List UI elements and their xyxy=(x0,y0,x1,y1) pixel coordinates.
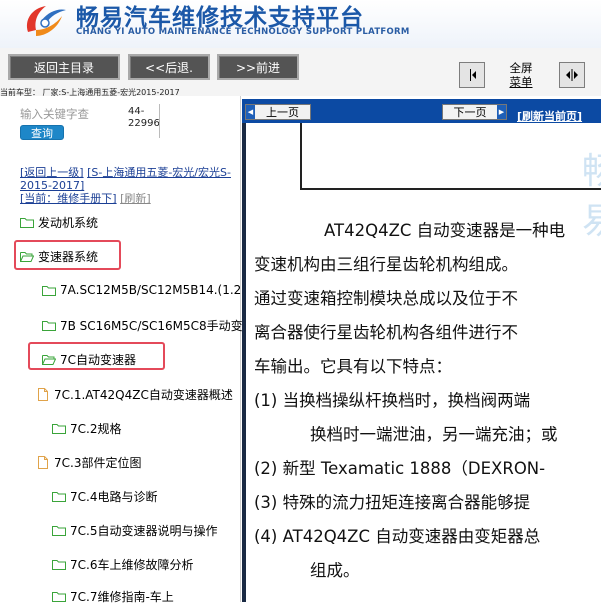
prev-page-button[interactable]: ◀ 上一页 xyxy=(245,104,311,120)
folder-icon xyxy=(52,492,66,502)
tree-item-7c[interactable]: 7C自动变速器 xyxy=(42,351,136,368)
collapse-panel-button[interactable] xyxy=(459,62,485,88)
tree-item-label: 7B SC16M5C/SC16M5C8手动变 xyxy=(60,319,243,333)
breadcrumb-current-link[interactable]: [当前：维修手册下] xyxy=(20,192,117,205)
document-text: AT42Q4ZC 自动变速器是一种电 变速机构由三组行星齿轮机构组成。 通过变速… xyxy=(254,214,601,588)
page-nav-bar: ◀ 上一页 下一页 ▶ [刷新当前页] xyxy=(242,99,601,123)
document-line: (4) AT42Q4ZC 自动变速器由变矩器总 xyxy=(254,527,541,546)
folder-icon xyxy=(52,526,66,536)
tree-item-7b[interactable]: 7B SC16M5C/SC16M5C8手动变 xyxy=(42,317,243,334)
page-icon xyxy=(38,388,48,401)
diagram-line xyxy=(300,188,601,190)
document-line: (3) 特殊的流力扭矩连接离合器能够提 xyxy=(254,493,531,512)
tree-item-7a[interactable]: 7A.SC12M5B/SC12M5B14.(1.2) xyxy=(42,283,246,297)
header-banner: 畅易汽车维修技术支持平台 CHANG YI AUTO MAINTENANCE T… xyxy=(0,0,601,48)
refresh-page-link[interactable]: [刷新当前页] xyxy=(517,108,582,124)
collapse-left-icon xyxy=(470,69,476,81)
arrow-left-icon: ◀ xyxy=(246,105,255,119)
tree-item-7c6[interactable]: 7C.6车上维修故障分析 xyxy=(52,556,193,573)
tree-item-7c1[interactable]: 7C.1.AT42Q4ZC自动变速器概述 xyxy=(38,386,233,403)
svg-text:畅: 畅 xyxy=(582,151,601,192)
expand-both-icon xyxy=(566,69,578,81)
tree-item-label: 7C.7维修指南-车上 xyxy=(70,590,174,604)
document-line: 组成。 xyxy=(310,561,360,580)
search-side-text: 44- 22996 xyxy=(128,106,160,130)
document-line: (1) 当换档操纵杆换档时，换档阀两端 xyxy=(254,391,531,410)
page-icon xyxy=(38,456,48,469)
search-input[interactable] xyxy=(20,106,104,122)
fullscreen-menu-link[interactable]: 全屏 菜单 xyxy=(501,61,541,89)
search-side-line1: 44- xyxy=(128,106,145,117)
tree-item-label: 变速器系统 xyxy=(38,250,99,264)
breadcrumb: [返回上一级] [S-上海通用五菱-宏光/宏光S-2015-2017] [当前：… xyxy=(20,166,232,205)
breadcrumb-back-link[interactable]: [返回上一级] xyxy=(20,166,84,179)
tree-item-label: 7C.2规格 xyxy=(70,422,122,436)
search-button[interactable]: 查询 xyxy=(20,125,64,140)
back-button[interactable]: <<后退. xyxy=(128,54,210,80)
tree-item-label: 发动机系统 xyxy=(38,216,99,230)
prev-page-label: 上一页 xyxy=(266,106,299,119)
tree-item-label: 7C.4电路与诊断 xyxy=(70,490,158,504)
tree-item-label: 7C.5自动变速器说明与操作 xyxy=(70,524,218,538)
search-divider xyxy=(159,104,160,138)
folder-icon xyxy=(42,321,56,331)
tree-item-7c2[interactable]: 7C.2规格 xyxy=(52,420,121,437)
tree-item-transmission[interactable]: 变速器系统 xyxy=(20,248,98,265)
folder-open-icon xyxy=(42,355,56,365)
document-line: 通过变速箱控制模块总成以及位于不 xyxy=(254,289,518,308)
tree-item-7c3[interactable]: 7C.3部件定位图 xyxy=(38,454,141,471)
next-page-button[interactable]: 下一页 ▶ xyxy=(442,104,507,120)
expand-panel-button[interactable] xyxy=(559,62,585,88)
tree-item-7c4[interactable]: 7C.4电路与诊断 xyxy=(52,488,157,505)
search-area: 查询 44- 22996 xyxy=(20,106,160,146)
document-line: (2) 新型 Texamatic 1888（DEXRON- xyxy=(254,459,546,478)
document-edge xyxy=(242,123,246,602)
logo-icon xyxy=(26,6,66,36)
folder-icon xyxy=(20,218,34,228)
tree-item-label: 7C.6车上维修故障分析 xyxy=(70,558,194,572)
next-page-label: 下一页 xyxy=(453,106,487,119)
document-line: 换档时一端泄油，另一端充油；或 xyxy=(310,425,558,444)
folder-icon xyxy=(52,592,66,602)
document-line: 车输出。它具有以下特点： xyxy=(254,357,452,376)
tree-item-engine[interactable]: 发动机系统 xyxy=(20,214,98,231)
breadcrumb-refresh-link[interactable]: [刷新] xyxy=(120,192,151,205)
tree-item-7c5[interactable]: 7C.5自动变速器说明与操作 xyxy=(52,522,217,539)
document-line: AT42Q4ZC 自动变速器是一种电 xyxy=(324,221,566,240)
folder-icon xyxy=(52,560,66,570)
search-side-line2: 22996 xyxy=(128,118,160,129)
tree-item-label: 7C.1.AT42Q4ZC自动变速器概述 xyxy=(54,388,233,402)
left-nav-panel: 查询 44- 22996 [返回上一级] [S-上海通用五菱-宏光/宏光S-20… xyxy=(0,96,246,605)
diagram-line xyxy=(300,123,302,190)
folder-open-icon xyxy=(20,252,34,262)
tree-item-label: 7C.3部件定位图 xyxy=(54,456,142,470)
tree-item-label: 7A.SC12M5B/SC12M5B14.(1.2) xyxy=(60,283,246,297)
tree-item-label: 7C自动变速器 xyxy=(60,353,137,367)
menu-label: 菜单 xyxy=(509,75,533,89)
app-subtitle: CHANG YI AUTO MAINTENANCE TECHNOLOGY SUP… xyxy=(76,27,410,37)
tree-item-7c7[interactable]: 7C.7维修指南-车上 xyxy=(52,588,174,605)
document-line: 离合器使行星齿轮机构各组件进行不 xyxy=(254,323,518,342)
document-line: 变速机构由三组行星齿轮机构组成。 xyxy=(254,255,518,274)
document-panel: ◀ 上一页 下一页 ▶ [刷新当前页] 畅 易 AT42Q4ZC 自动变速器是一… xyxy=(242,96,601,602)
folder-icon xyxy=(42,285,56,296)
folder-icon xyxy=(52,424,66,434)
document-viewer[interactable]: 畅 易 AT42Q4ZC 自动变速器是一种电 变速机构由三组行星齿轮机构组成。 … xyxy=(242,123,601,602)
arrow-right-icon: ▶ xyxy=(497,105,506,119)
home-button[interactable]: 返回主目录 xyxy=(8,54,120,80)
forward-button[interactable]: >>前进 xyxy=(217,54,299,80)
fullscreen-label: 全屏 xyxy=(509,61,533,75)
